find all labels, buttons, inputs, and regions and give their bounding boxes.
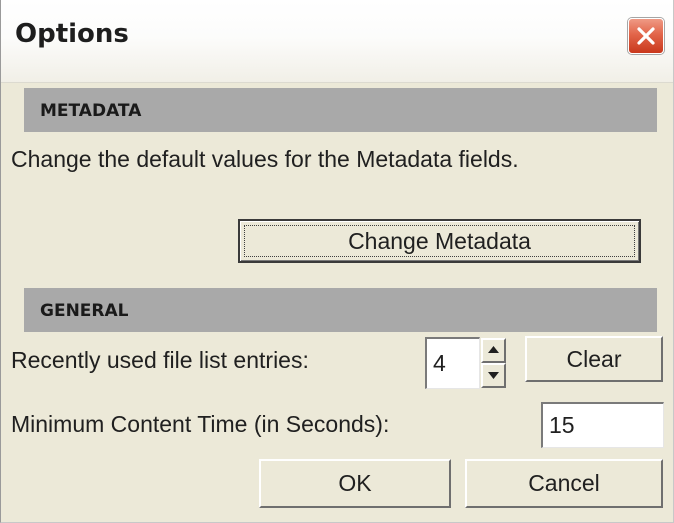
general-section-title: GENERAL xyxy=(40,301,129,321)
metadata-description: Change the default values for the Metada… xyxy=(11,146,519,172)
recent-files-count-input[interactable] xyxy=(425,337,480,389)
ok-button[interactable]: OK xyxy=(259,459,451,508)
ok-button-label: OK xyxy=(338,470,372,496)
title-bar[interactable]: Options xyxy=(1,0,673,83)
clear-button[interactable]: Clear xyxy=(525,336,663,382)
cancel-button[interactable]: Cancel xyxy=(465,459,663,508)
dialog-title: Options xyxy=(15,19,129,49)
spin-down-button[interactable] xyxy=(481,363,506,388)
close-icon xyxy=(637,27,655,45)
recent-files-label: Recently used file list entries: xyxy=(11,347,309,373)
chevron-up-icon xyxy=(488,346,499,353)
clear-button-label: Clear xyxy=(566,346,622,372)
metadata-section-header: METADATA xyxy=(24,88,657,132)
change-metadata-button[interactable]: Change Metadata xyxy=(238,219,641,263)
options-dialog: Options METADATA Change the default valu… xyxy=(0,0,674,523)
general-section-header: GENERAL xyxy=(24,288,657,332)
chevron-down-icon xyxy=(488,372,499,379)
metadata-section-title: METADATA xyxy=(40,101,142,121)
min-content-time-input[interactable] xyxy=(541,402,664,448)
close-button[interactable] xyxy=(628,18,664,54)
min-content-time-label: Minimum Content Time (in Seconds): xyxy=(11,411,390,437)
spin-up-button[interactable] xyxy=(481,338,506,363)
cancel-button-label: Cancel xyxy=(528,470,600,496)
change-metadata-label: Change Metadata xyxy=(348,228,531,254)
